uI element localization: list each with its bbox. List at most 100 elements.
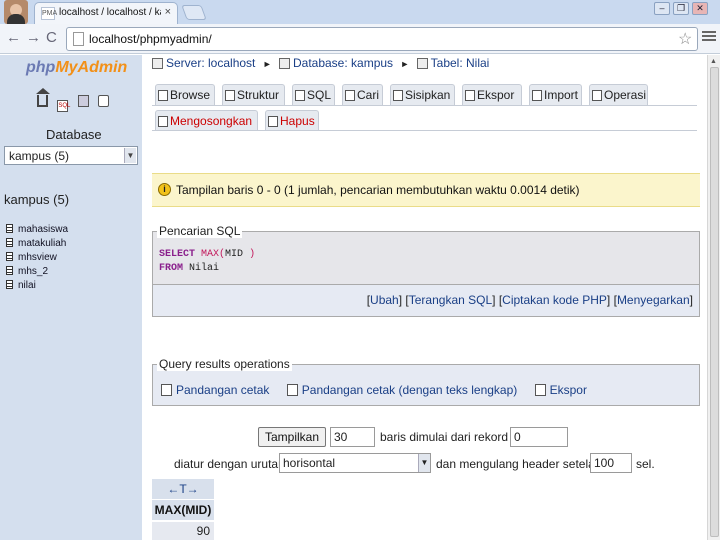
order-label: diatur dengan urutan bbox=[174, 457, 285, 471]
query-window-icon[interactable]: SQL bbox=[57, 100, 70, 112]
notice-text: Tampilan baris 0 - 0 (1 jumlah, pencaria… bbox=[176, 183, 580, 197]
tab-close-icon[interactable]: × bbox=[165, 6, 171, 18]
database-select[interactable]: kampus (5) ▼ bbox=[4, 146, 138, 165]
breadcrumb-server[interactable]: Server: localhost bbox=[166, 56, 255, 70]
sql-line-2: FROM Nilai bbox=[159, 263, 220, 274]
nav-icons: SQL bbox=[36, 88, 115, 112]
vertical-scrollbar[interactable]: ▲ bbox=[707, 55, 720, 540]
insert-icon bbox=[393, 90, 403, 101]
search-icon bbox=[345, 90, 355, 101]
tab-cari[interactable]: Cari bbox=[342, 84, 383, 105]
edit-query-link[interactable]: Ubah bbox=[370, 293, 399, 307]
export-icon bbox=[465, 90, 475, 101]
create-php-code-link[interactable]: Ciptakan kode PHP bbox=[502, 293, 607, 307]
table-item-mhs2[interactable]: mhs_2 bbox=[6, 266, 68, 280]
docs-icon[interactable] bbox=[77, 95, 89, 107]
tab-operasi[interactable]: Operasi bbox=[589, 84, 648, 105]
table-item-nilai[interactable]: nilai bbox=[6, 280, 68, 294]
drop-icon bbox=[268, 116, 278, 127]
reload-button[interactable]: C bbox=[46, 30, 57, 46]
breadcrumb-database[interactable]: Database: kampus bbox=[293, 56, 393, 70]
sql-links: [Ubah] [Terangkan SQL] [Ciptakan kode PH… bbox=[366, 293, 693, 307]
back-button[interactable]: ← bbox=[6, 30, 21, 46]
table-icon[interactable] bbox=[6, 224, 13, 233]
scrollbar-thumb[interactable] bbox=[710, 67, 719, 537]
print-view-full-link[interactable]: Pandangan cetak (dengan teks lengkap) bbox=[302, 383, 518, 397]
bookmark-star-icon[interactable]: ☆ bbox=[678, 29, 692, 49]
browser-toolbar: ← → C localhost/phpmyadmin/ ☆ bbox=[0, 24, 720, 54]
result-notice: i Tampilan baris 0 - 0 (1 jumlah, pencar… bbox=[152, 173, 700, 207]
rows-count-input[interactable]: 30 bbox=[330, 427, 375, 447]
tab-struktur[interactable]: Struktur bbox=[222, 84, 285, 105]
database-label: Database bbox=[46, 127, 102, 142]
tab-mengosongkan[interactable]: Mengosongkan bbox=[155, 110, 258, 131]
restore-button[interactable]: ❐ bbox=[673, 2, 689, 15]
sql-line-1: SELECT MAX(MID ) bbox=[159, 249, 256, 260]
repeat-header-label: dan mengulang header setelah bbox=[436, 457, 602, 471]
user-avatar[interactable] bbox=[4, 0, 28, 24]
sql-icon bbox=[295, 90, 305, 101]
table-icon[interactable] bbox=[6, 238, 13, 247]
tab-ekspor[interactable]: Ekspor bbox=[462, 84, 522, 105]
menu-icon[interactable] bbox=[702, 29, 716, 43]
tab-import[interactable]: Import bbox=[529, 84, 582, 105]
print-icon bbox=[286, 384, 298, 396]
minimize-button[interactable]: – bbox=[654, 2, 670, 15]
table-icon bbox=[416, 58, 428, 69]
export-icon bbox=[534, 384, 546, 396]
direction-select[interactable]: horisontal ▼ bbox=[279, 453, 431, 473]
close-window-button[interactable]: ✕ bbox=[692, 2, 708, 15]
rows-label: baris dimulai dari rekord # bbox=[380, 430, 519, 444]
explain-sql-link[interactable]: Terangkan SQL bbox=[409, 293, 492, 307]
address-bar[interactable]: localhost/phpmyadmin/ bbox=[66, 27, 698, 51]
server-icon bbox=[152, 58, 163, 69]
show-button[interactable]: Tampilkan bbox=[258, 427, 326, 447]
home-icon[interactable] bbox=[36, 88, 50, 107]
new-tab-button[interactable] bbox=[181, 5, 207, 20]
result-cell: 90 bbox=[152, 522, 214, 540]
table-item-mhsview[interactable]: mhsview bbox=[6, 252, 68, 266]
breadcrumb: Server: localhost ► Database: kampus ► T… bbox=[152, 56, 489, 70]
chevron-down-icon: ▼ bbox=[418, 454, 430, 472]
import-icon bbox=[532, 90, 542, 101]
table-item-mahasiswa[interactable]: mahasiswa bbox=[6, 224, 68, 238]
info-icon: i bbox=[158, 183, 171, 196]
pma-favicon-icon: PMA bbox=[41, 7, 57, 20]
scroll-up-icon[interactable]: ▲ bbox=[710, 58, 717, 65]
operations-icon bbox=[592, 90, 602, 101]
sql-docs-icon[interactable] bbox=[98, 95, 110, 107]
forward-button[interactable]: → bbox=[26, 30, 41, 46]
database-title[interactable]: kampus (5) bbox=[4, 192, 69, 207]
start-record-input[interactable]: 0 bbox=[510, 427, 568, 447]
repeat-header-input[interactable]: 100 bbox=[590, 453, 632, 473]
query-operations-box: Query results operations Pandangan cetak… bbox=[152, 357, 700, 406]
browser-tab[interactable]: PMA localhost / localhost / kampus × bbox=[34, 2, 178, 24]
breadcrumb-separator: ► bbox=[262, 59, 272, 69]
tab-browse[interactable]: Browse bbox=[155, 84, 215, 105]
column-header-max-mid[interactable]: MAX(MID) bbox=[152, 500, 214, 520]
cells-label: sel. bbox=[636, 457, 655, 471]
url-text: localhost/phpmyadmin/ bbox=[89, 32, 212, 46]
table-item-matakuliah[interactable]: matakuliah bbox=[6, 238, 68, 252]
table-icon[interactable] bbox=[6, 280, 13, 289]
browser-tabbar: PMA localhost / localhost / kampus × – ❐… bbox=[0, 0, 720, 24]
tab-sisipkan[interactable]: Sisipkan bbox=[390, 84, 455, 105]
print-view-link[interactable]: Pandangan cetak bbox=[176, 383, 269, 397]
phpmyadmin-logo[interactable]: phpMyAdmin bbox=[26, 59, 127, 77]
page-icon bbox=[73, 32, 84, 46]
database-icon bbox=[278, 58, 290, 69]
empty-table-icon bbox=[158, 116, 168, 127]
tab-hapus[interactable]: Hapus bbox=[265, 110, 319, 131]
struktur-icon bbox=[225, 90, 235, 101]
tabs-divider bbox=[152, 130, 697, 131]
table-icon[interactable] bbox=[6, 252, 13, 261]
breadcrumb-table[interactable]: Tabel: Nilai bbox=[431, 56, 490, 70]
tab-sql[interactable]: SQL bbox=[292, 84, 335, 105]
column-arrows[interactable]: ←T→ bbox=[152, 479, 214, 499]
export-results-link[interactable]: Ekspor bbox=[550, 383, 587, 397]
table-icon[interactable] bbox=[6, 266, 13, 275]
table-list: mahasiswa matakuliah mhsview mhs_2 nilai bbox=[6, 224, 68, 294]
breadcrumb-separator: ► bbox=[400, 59, 410, 69]
refresh-link[interactable]: Menyegarkan bbox=[617, 293, 690, 307]
sql-query-legend: Pencarian SQL bbox=[157, 224, 243, 238]
